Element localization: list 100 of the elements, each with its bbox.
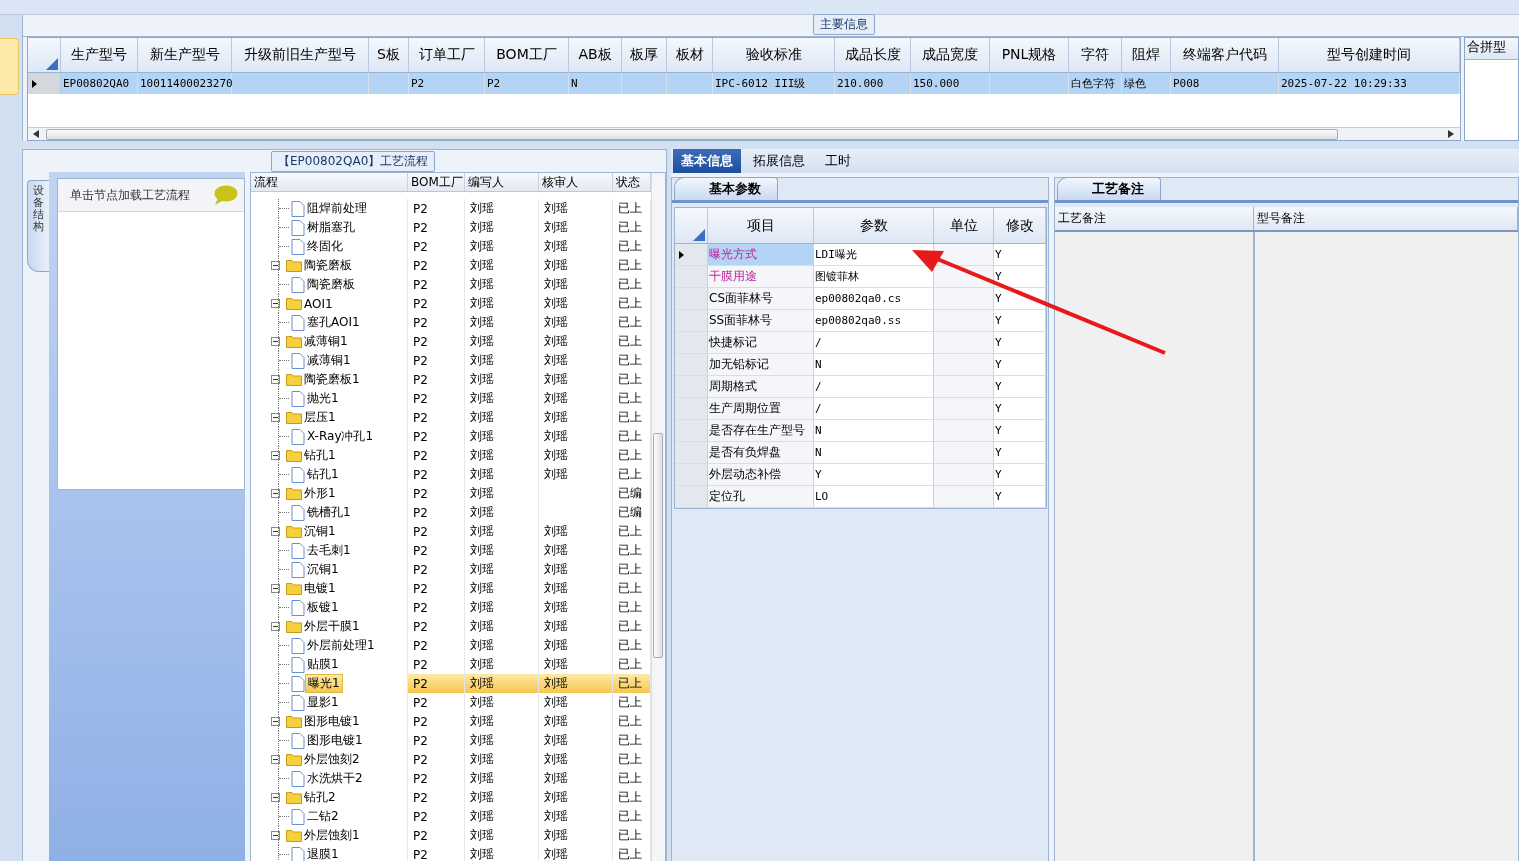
column-header[interactable]: 字符 (1069, 38, 1122, 72)
tree-row[interactable]: 抛光1 P2 刘瑶 刘瑶 已上 (251, 389, 651, 408)
tab[interactable]: 拓展信息 (745, 149, 813, 173)
table-cell[interactable]: 是否有负焊盘 (708, 442, 814, 464)
tree-row[interactable]: X-Ray冲孔1 P2 刘瑶 刘瑶 已上 (251, 427, 651, 446)
column-header[interactable]: PNL规格 (990, 38, 1069, 72)
column-header[interactable]: 升级前旧生产型号 (232, 38, 369, 72)
column-header[interactable]: 成品宽度 (911, 38, 990, 72)
panel-tab[interactable]: 工艺备注 (1057, 177, 1161, 200)
tree-row[interactable]: 退膜1 P2 刘瑶 刘瑶 已上 (251, 845, 651, 861)
column-header[interactable]: 订单工厂 (409, 38, 485, 72)
row-header[interactable] (675, 244, 708, 266)
tree-row[interactable]: 外形1 P2 刘瑶 已编 (251, 484, 651, 503)
tree-row[interactable]: 陶瓷磨板1 P2 刘瑶 刘瑶 已上 (251, 370, 651, 389)
left-arrow-icon[interactable] (33, 130, 39, 138)
collapse-icon[interactable] (271, 527, 280, 536)
table-cell[interactable]: 周期格式 (708, 376, 814, 398)
column-header[interactable]: 单位 (934, 208, 994, 243)
table-cell[interactable]: 外层动态补偿 (708, 464, 814, 486)
column-header[interactable]: BOM工厂 (408, 173, 465, 191)
column-header[interactable]: 修改 (994, 208, 1046, 243)
tree-row[interactable]: 阻焊前处理 P2 刘瑶 刘瑶 已上 (251, 199, 651, 218)
column-header[interactable]: 流程 (251, 173, 408, 191)
column-header[interactable]: 阻焊 (1122, 38, 1171, 72)
tree-row[interactable]: 二钻2 P2 刘瑶 刘瑶 已上 (251, 807, 651, 826)
collapse-icon[interactable] (271, 755, 280, 764)
tree-row[interactable]: 钻孔1 P2 刘瑶 刘瑶 已上 (251, 446, 651, 465)
tree-row[interactable]: 终固化 P2 刘瑶 刘瑶 已上 (251, 237, 651, 256)
tree-row[interactable]: 铣槽孔1 P2 刘瑶 已编 (251, 503, 651, 522)
tree-row[interactable]: 塞孔AOI1 P2 刘瑶 刘瑶 已上 (251, 313, 651, 332)
tree-row[interactable]: 外层蚀刻1 P2 刘瑶 刘瑶 已上 (251, 826, 651, 845)
tree-row[interactable]: 钻孔2 P2 刘瑶 刘瑶 已上 (251, 788, 651, 807)
horizontal-scrollbar[interactable] (28, 127, 1460, 140)
table-cell[interactable]: 是否存在生产型号 (708, 420, 814, 442)
column-header[interactable]: 验收标准 (713, 38, 835, 72)
collapse-icon[interactable] (271, 622, 280, 631)
tree-row[interactable]: 外层前处理1 P2 刘瑶 刘瑶 已上 (251, 636, 651, 655)
table-cell[interactable]: 干膜用途 (708, 266, 814, 288)
column-header[interactable]: 板材 (667, 38, 713, 72)
table-cell: P2 (408, 731, 465, 750)
collapse-icon[interactable] (271, 584, 280, 593)
collapse-icon[interactable] (271, 831, 280, 840)
tree-row[interactable]: 曝光1 P2 刘瑶 刘瑶 已上 (251, 674, 651, 693)
tree-row[interactable]: 层压1 P2 刘瑶 刘瑶 已上 (251, 408, 651, 427)
collapse-icon[interactable] (271, 413, 280, 422)
column-header[interactable]: 参数 (814, 208, 934, 243)
tree-row[interactable]: 水洗烘干2 P2 刘瑶 刘瑶 已上 (251, 769, 651, 788)
tree-row[interactable]: 陶瓷磨板 P2 刘瑶 刘瑶 已上 (251, 256, 651, 275)
tree-row[interactable]: 外层干膜1 P2 刘瑶 刘瑶 已上 (251, 617, 651, 636)
column-header[interactable]: 合拼型 (1465, 38, 1518, 60)
tree-row[interactable]: 沉铜1 P2 刘瑶 刘瑶 已上 (251, 522, 651, 541)
side-tab[interactable]: 设备结构 (27, 180, 49, 272)
tree-row[interactable]: 树脂塞孔 P2 刘瑶 刘瑶 已上 (251, 218, 651, 237)
tree-row[interactable]: 去毛刺1 P2 刘瑶 刘瑶 已上 (251, 541, 651, 560)
tree-row[interactable]: 陶瓷磨板 P2 刘瑶 刘瑶 已上 (251, 275, 651, 294)
tree-row[interactable]: 图形电镀1 P2 刘瑶 刘瑶 已上 (251, 712, 651, 731)
collapse-icon[interactable] (271, 299, 280, 308)
table-cell[interactable]: 加无铅标记 (708, 354, 814, 376)
tree-row[interactable]: 板镀1 P2 刘瑶 刘瑶 已上 (251, 598, 651, 617)
column-header[interactable]: 生产型号 (61, 38, 138, 72)
column-header[interactable]: 编写人 (465, 173, 539, 191)
table-cell[interactable]: 曝光方式 (708, 244, 814, 266)
collapse-icon[interactable] (271, 451, 280, 460)
panel-tab[interactable]: 基本参数 (674, 177, 778, 200)
table-cell[interactable]: 生产周期位置 (708, 398, 814, 420)
column-header[interactable]: 板厚 (622, 38, 667, 72)
table-cell[interactable]: SS面菲林号 (708, 310, 814, 332)
tree-row[interactable]: 减薄铜1 P2 刘瑶 刘瑶 已上 (251, 351, 651, 370)
tree-row[interactable]: 减薄铜1 P2 刘瑶 刘瑶 已上 (251, 332, 651, 351)
tree-row[interactable]: 电镀1 P2 刘瑶 刘瑶 已上 (251, 579, 651, 598)
collapse-icon[interactable] (271, 717, 280, 726)
tree-row[interactable]: 外层蚀刻2 P2 刘瑶 刘瑶 已上 (251, 750, 651, 769)
column-header[interactable]: 新生产型号 (138, 38, 232, 72)
table-cell[interactable]: 快捷标记 (708, 332, 814, 354)
column-header[interactable]: AB板 (569, 38, 622, 72)
column-header[interactable]: 成品长度 (835, 38, 911, 72)
column-header[interactable]: 型号创建时间 (1279, 38, 1460, 72)
tree-row[interactable]: AOI1 P2 刘瑶 刘瑶 已上 (251, 294, 651, 313)
table-cell: P2 (408, 237, 465, 256)
table-row[interactable]: EP00802QA0 10011400023270 P2 P2 N IPC-6012 III级 210.000 150.000 白色字符 绿色 P008 2025-07-22 10:29:33 (28, 73, 1460, 94)
right-arrow-icon[interactable] (1448, 130, 1454, 138)
table-cell[interactable]: 定位孔 (708, 486, 814, 508)
collapse-icon[interactable] (271, 793, 280, 802)
table-cell[interactable]: CS面菲林号 (708, 288, 814, 310)
collapse-icon[interactable] (271, 337, 280, 346)
vertical-scrollbar[interactable] (651, 173, 665, 861)
collapse-icon[interactable] (271, 489, 280, 498)
column-header[interactable]: 核审人 (539, 173, 613, 191)
tree-row[interactable]: 沉铜1 P2 刘瑶 刘瑶 已上 (251, 560, 651, 579)
collapse-icon[interactable] (271, 375, 280, 384)
collapse-icon[interactable] (271, 261, 280, 270)
column-header[interactable]: BOM工厂 (485, 38, 569, 72)
column-header[interactable]: 终端客户代码 (1171, 38, 1279, 72)
column-header[interactable]: 项目 (708, 208, 814, 243)
tab[interactable]: 基本信息 (673, 149, 741, 173)
tab[interactable]: 工时 (817, 149, 859, 173)
tree-row[interactable]: 图形电镀1 P2 刘瑶 刘瑶 已上 (251, 731, 651, 750)
column-header[interactable]: S板 (369, 38, 409, 72)
tree-row[interactable]: 显影1 P2 刘瑶 刘瑶 已上 (251, 693, 651, 712)
tree-row[interactable]: 钻孔1 P2 刘瑶 刘瑶 已上 (251, 465, 651, 484)
